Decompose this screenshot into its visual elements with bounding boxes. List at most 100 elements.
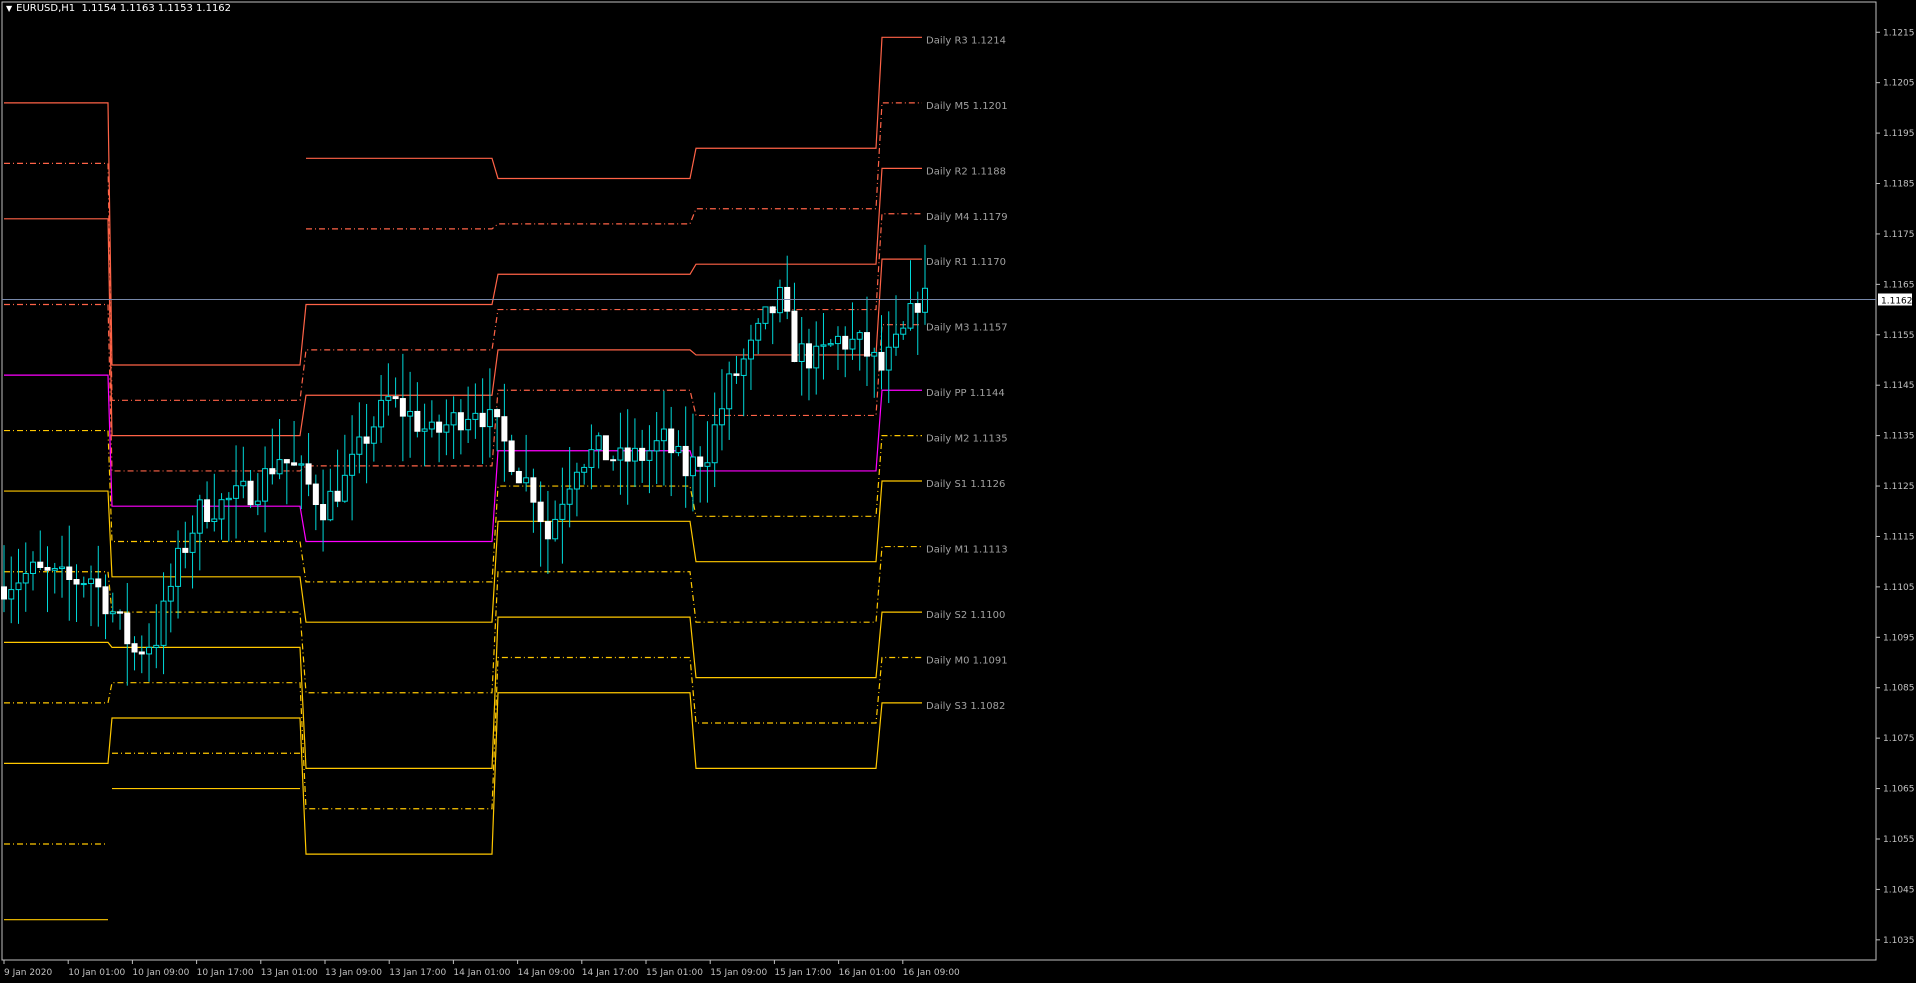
y-tick-label: 1.1075 bbox=[1883, 734, 1915, 744]
x-tick-label: 10 Jan 01:00 bbox=[68, 968, 125, 978]
candle-body bbox=[298, 463, 305, 466]
candle-body bbox=[646, 450, 653, 461]
candle-body bbox=[88, 578, 95, 585]
candle-body bbox=[820, 344, 827, 347]
candle-body bbox=[15, 582, 22, 591]
candle-body bbox=[399, 398, 406, 417]
x-tick-label: 14 Jan 09:00 bbox=[518, 968, 575, 978]
price-chart[interactable]: 1.1162 1.1215 1.1205 1.1195 1.1185 1.1175 1.1… bbox=[0, 0, 1916, 983]
chevron-down-icon[interactable]: ▼ bbox=[6, 4, 12, 13]
candle-body bbox=[291, 462, 298, 466]
candle-body bbox=[827, 343, 834, 346]
candle-body bbox=[537, 501, 544, 523]
y-tick-label: 1.1155 bbox=[1883, 331, 1915, 341]
candle-body bbox=[639, 447, 646, 461]
y-tick-label: 1.1095 bbox=[1883, 633, 1915, 643]
candle-body bbox=[508, 440, 515, 472]
level-label-s1: Daily S1 1.1126 bbox=[926, 479, 1005, 490]
candle-body bbox=[254, 500, 261, 506]
level-label-pp: Daily PP 1.1144 bbox=[926, 388, 1005, 399]
candle-body bbox=[668, 428, 675, 454]
candle-body bbox=[189, 532, 196, 553]
candle-body bbox=[204, 499, 211, 523]
candle-body bbox=[682, 445, 689, 477]
candle-body bbox=[660, 428, 667, 442]
candle-body bbox=[769, 306, 776, 314]
x-tick-label: 10 Jan 17:00 bbox=[197, 968, 254, 978]
candle-body bbox=[805, 343, 812, 369]
candle-body bbox=[341, 474, 348, 502]
candle-body bbox=[486, 409, 493, 428]
candle-body bbox=[153, 644, 160, 648]
candle-body bbox=[595, 435, 602, 451]
level-label-m2: Daily M2 1.1135 bbox=[926, 434, 1008, 445]
x-tick-label: 10 Jan 09:00 bbox=[132, 968, 189, 978]
candle-body bbox=[450, 412, 457, 426]
y-tick-label: 1.1105 bbox=[1883, 583, 1915, 593]
level-label-s3: Daily S3 1.1082 bbox=[926, 701, 1005, 712]
candle-body bbox=[240, 480, 247, 487]
ohlc-values: 1.1154 1.1163 1.1153 1.1162 bbox=[81, 3, 232, 14]
x-tick-label: 13 Jan 09:00 bbox=[325, 968, 382, 978]
candle-body bbox=[856, 332, 863, 340]
y-tick-label: 1.1185 bbox=[1883, 180, 1915, 190]
candle-body bbox=[842, 335, 849, 350]
candle-body bbox=[617, 447, 624, 461]
level-label-m0: Daily M0 1.1091 bbox=[926, 655, 1008, 666]
y-tick-label: 1.1035 bbox=[1883, 936, 1915, 946]
level-label-s2: Daily S2 1.1100 bbox=[926, 610, 1005, 621]
symbol-header: ▼ EURUSD,H1 1.1154 1.1163 1.1153 1.1162 bbox=[6, 3, 231, 14]
candle-body bbox=[922, 287, 928, 313]
candle-body bbox=[494, 409, 501, 418]
bid-price-label: 1.1162 bbox=[1881, 296, 1913, 306]
candle-body bbox=[602, 435, 609, 461]
candle-body bbox=[834, 335, 841, 345]
candle-body bbox=[102, 586, 109, 615]
candle-body bbox=[247, 480, 254, 506]
candle-body bbox=[233, 485, 240, 499]
candle-body bbox=[914, 303, 921, 313]
candle-body bbox=[276, 459, 283, 475]
candle-body bbox=[182, 547, 189, 553]
candle-body bbox=[740, 358, 747, 376]
candle-body bbox=[733, 373, 740, 376]
candle-body bbox=[334, 490, 341, 502]
candle-body bbox=[44, 566, 51, 571]
candle-body bbox=[711, 424, 718, 464]
x-tick-label: 9 Jan 2020 bbox=[4, 968, 52, 978]
candle-body bbox=[73, 578, 80, 585]
candle-body bbox=[211, 518, 218, 523]
candle-body bbox=[356, 436, 363, 455]
candle-body bbox=[747, 339, 754, 360]
candle-body bbox=[225, 497, 232, 501]
candle-body bbox=[718, 408, 725, 426]
candle-body bbox=[349, 453, 356, 476]
candle-body bbox=[327, 490, 334, 521]
candle-body bbox=[385, 396, 392, 401]
candle-body bbox=[392, 396, 399, 400]
candle-body bbox=[196, 499, 203, 534]
candle-body bbox=[559, 503, 566, 520]
candle-body bbox=[610, 459, 617, 462]
x-tick-label: 13 Jan 01:00 bbox=[261, 968, 318, 978]
candle-body bbox=[871, 351, 878, 357]
candle-body bbox=[863, 332, 870, 357]
candle-body bbox=[631, 447, 638, 462]
candle-body bbox=[428, 421, 435, 430]
candle-body bbox=[124, 612, 131, 645]
candle-body bbox=[465, 418, 472, 431]
candle-body bbox=[160, 600, 167, 646]
x-tick-label: 14 Jan 17:00 bbox=[582, 968, 639, 978]
y-tick-label: 1.1045 bbox=[1883, 885, 1915, 895]
candle-body bbox=[262, 468, 269, 502]
candle-body bbox=[378, 399, 385, 428]
candle-body bbox=[573, 471, 580, 490]
level-label-r1: Daily R1 1.1170 bbox=[926, 257, 1006, 268]
candle-body bbox=[791, 310, 798, 362]
candle-body bbox=[414, 410, 421, 432]
candle-body bbox=[80, 583, 87, 586]
candle-body bbox=[30, 561, 37, 574]
candle-body bbox=[117, 611, 124, 614]
candle-body bbox=[900, 327, 907, 335]
y-tick-label: 1.1215 bbox=[1883, 28, 1915, 38]
